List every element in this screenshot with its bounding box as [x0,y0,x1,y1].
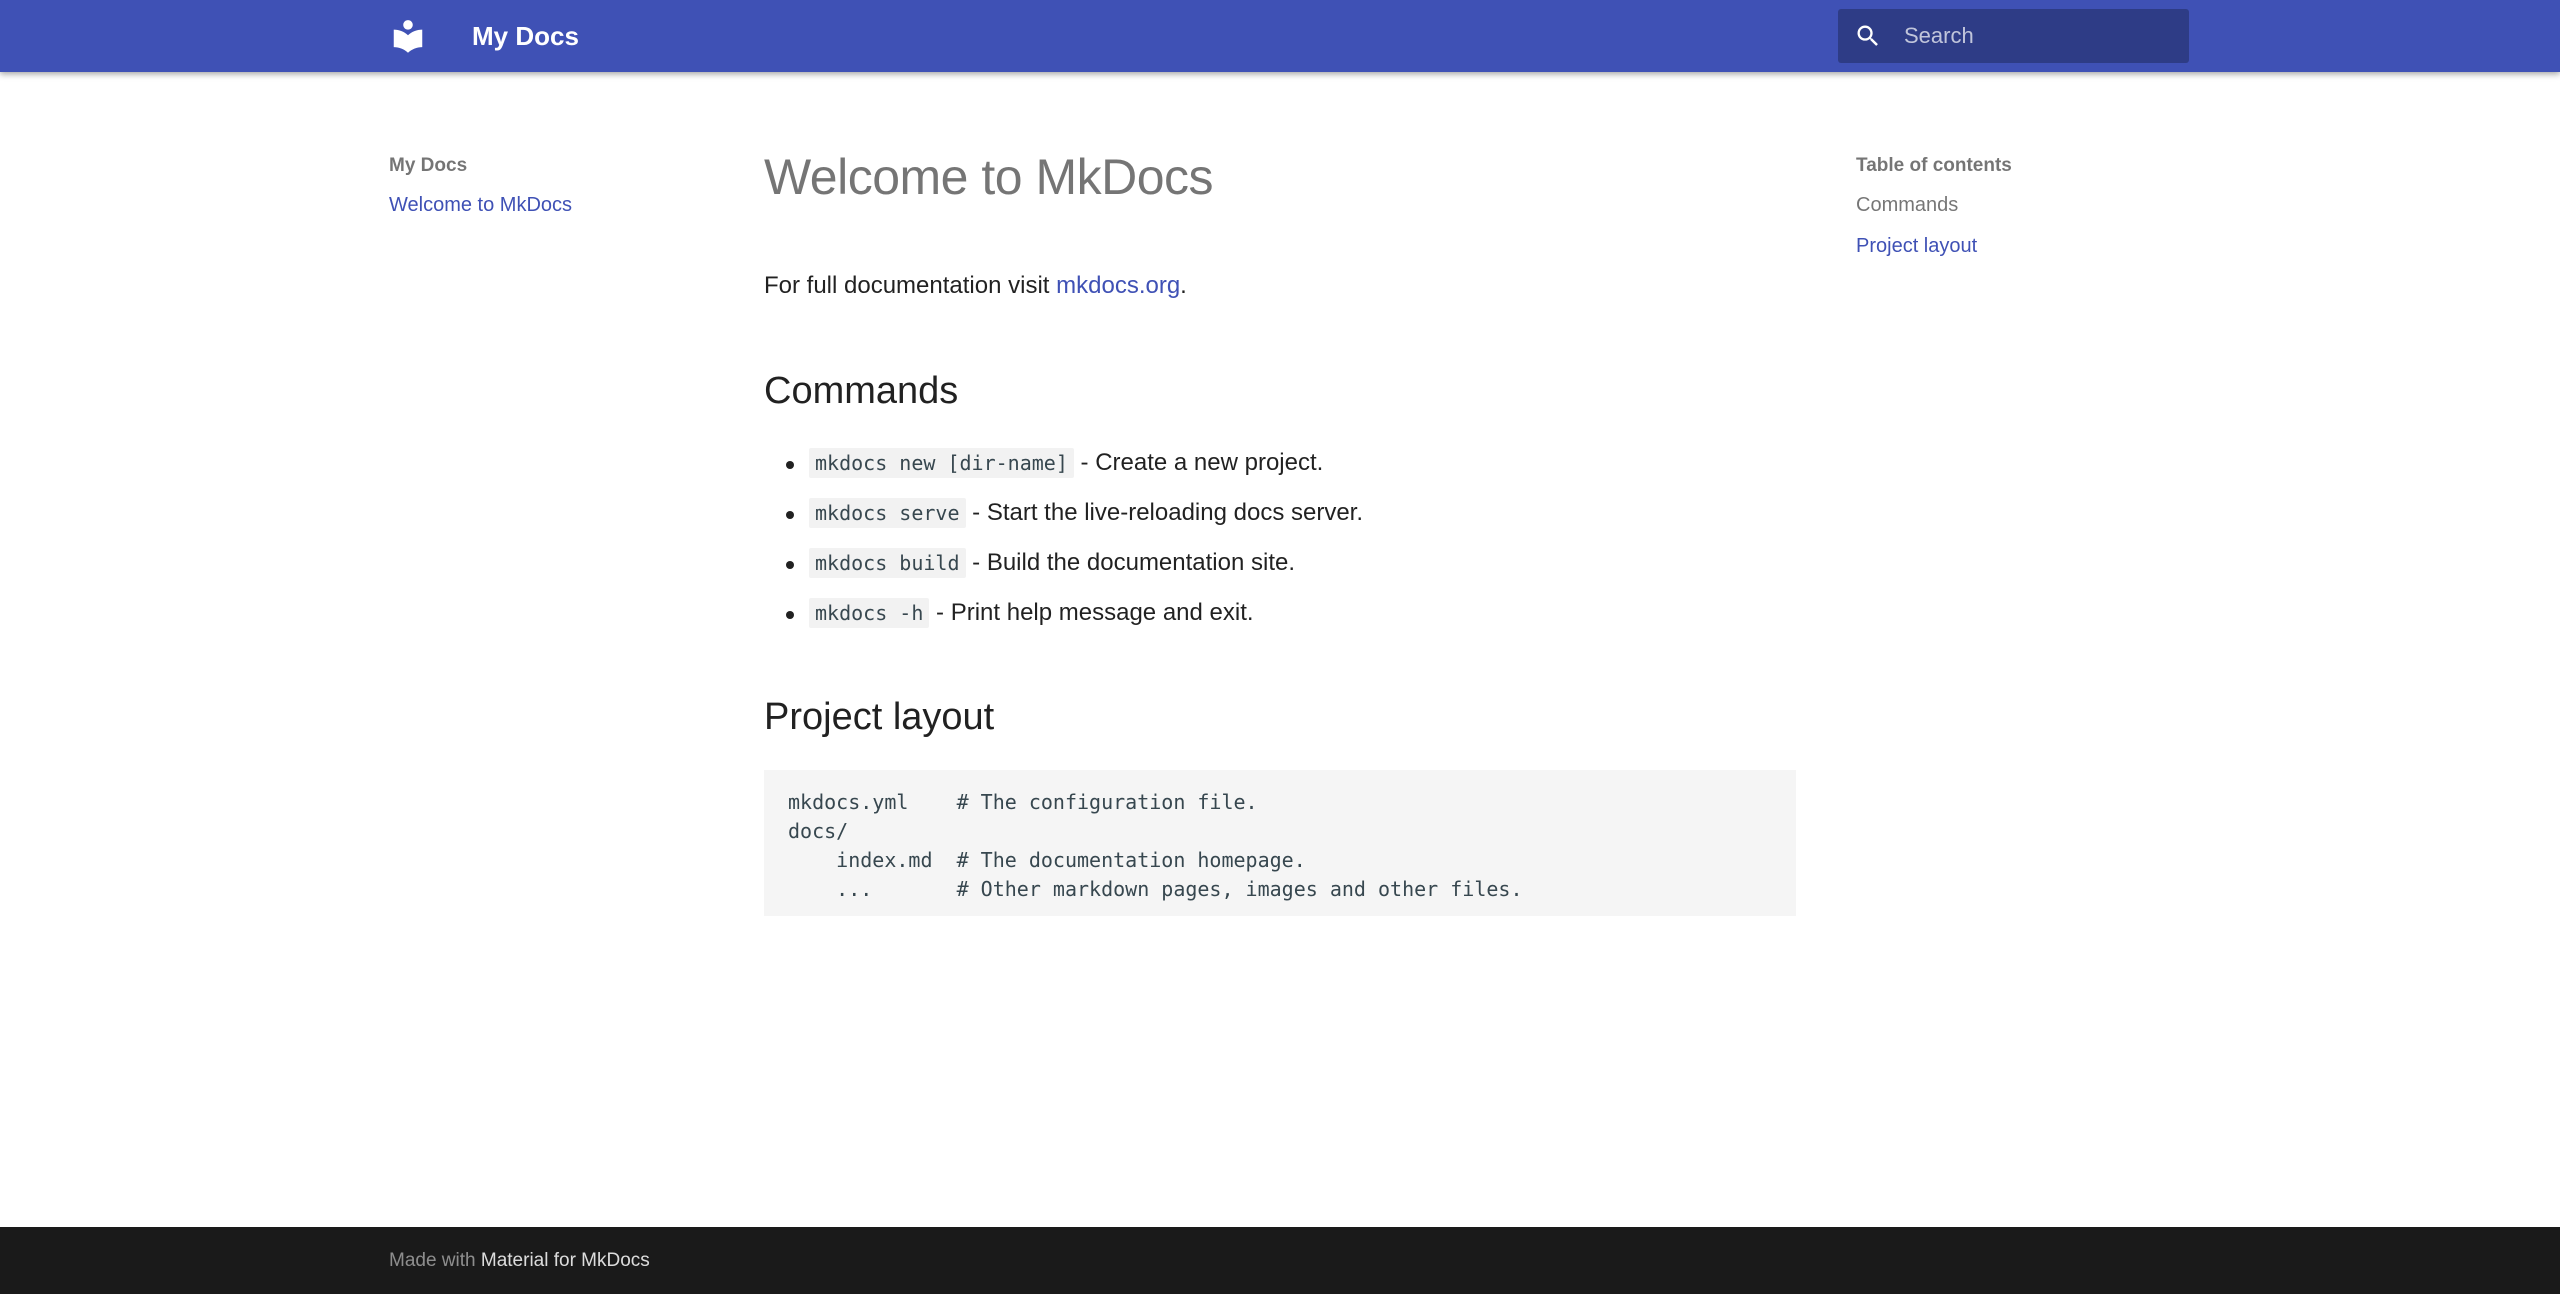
mkdocs-link[interactable]: mkdocs.org [1056,272,1180,299]
command-description: - Build the documentation site. [966,549,1296,576]
list-item: mkdocs -h - Print help message and exit. [764,592,1363,642]
list-item: mkdocs new [dir-name] - Create a new pro… [764,442,1363,492]
footer: Made with Material for MkDocs [0,1227,2560,1294]
command-code: mkdocs new [dir-name] [809,448,1074,478]
material-for-mkdocs-link[interactable]: Material for MkDocs [481,1250,650,1271]
command-description: - Print help message and exit. [929,599,1253,626]
site-title[interactable]: My Docs [472,0,579,72]
intro-end: . [1180,272,1187,299]
commands-heading: Commands [764,370,958,413]
project-layout-heading: Project layout [764,696,994,739]
command-description: - Create a new project. [1074,449,1323,476]
footer-credit: Made with Material for MkDocs [389,1227,650,1294]
nav-title: My Docs [389,155,467,177]
toc-item-project-layout[interactable]: Project layout [1856,235,1977,258]
intro-paragraph: For full documentation visit mkdocs.org. [764,272,1187,300]
header-bar: My Docs [0,0,2560,72]
footer-prefix: Made with [389,1250,481,1271]
commands-list: mkdocs new [dir-name] - Create a new pro… [764,442,1363,642]
nav-item-welcome[interactable]: Welcome to MkDocs [389,194,572,217]
project-layout-code-block: mkdocs.yml # The configuration file. doc… [764,770,1796,916]
page-title: Welcome to MkDocs [764,148,1213,206]
toc-title: Table of contents [1856,155,2012,177]
command-code: mkdocs build [809,548,966,578]
list-item: mkdocs build - Build the documentation s… [764,542,1363,592]
list-item: mkdocs serve - Start the live-reloading … [764,492,1363,542]
command-description: - Start the live-reloading docs server. [966,499,1364,526]
search-box[interactable] [1838,9,2189,63]
command-code: mkdocs serve [809,498,966,528]
search-icon[interactable] [1854,22,1882,50]
command-code: mkdocs -h [809,598,929,628]
search-input[interactable] [1904,9,2174,63]
book-open-icon[interactable] [389,17,427,55]
intro-text: For full documentation visit [764,272,1056,299]
toc-item-commands[interactable]: Commands [1856,194,1958,217]
